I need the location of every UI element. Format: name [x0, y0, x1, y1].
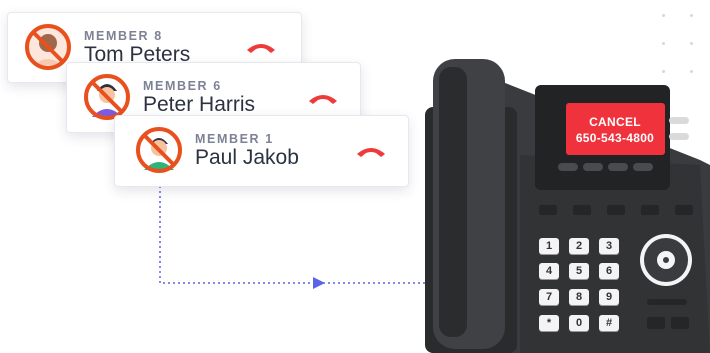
member-label: MEMBER 8 — [84, 29, 163, 43]
member-label: MEMBER 6 — [143, 79, 222, 93]
key-5[interactable]: 5 — [569, 263, 589, 279]
hang-up-icon[interactable] — [245, 40, 277, 54]
key-4[interactable]: 4 — [539, 263, 559, 279]
key-9[interactable]: 9 — [599, 289, 619, 305]
key-6[interactable]: 6 — [599, 263, 619, 279]
key-0[interactable]: 0 — [569, 315, 589, 331]
display-line-1: CANCEL — [589, 115, 641, 129]
member-name: Peter Harris — [143, 93, 256, 116]
key-1[interactable]: 1 — [539, 238, 559, 254]
member-label: MEMBER 1 — [195, 132, 274, 146]
blocked-avatar-icon — [136, 127, 182, 173]
key-3[interactable]: 3 — [599, 238, 619, 254]
desk-phone — [425, 59, 710, 353]
display-text: CANCEL 650-543-4800 — [567, 114, 663, 146]
member-name: Paul Jakob — [195, 146, 299, 169]
blocked-avatar-icon — [25, 24, 71, 70]
member-card-1: MEMBER 1 Paul Jakob — [114, 115, 409, 187]
key-8[interactable]: 8 — [569, 289, 589, 305]
key-star[interactable]: * — [539, 315, 559, 331]
key-7[interactable]: 7 — [539, 289, 559, 305]
display-line-2: 650-543-4800 — [575, 131, 655, 145]
blocked-avatar-icon — [84, 74, 130, 120]
connector-arrow-icon — [313, 277, 325, 289]
hang-up-icon[interactable] — [355, 144, 387, 158]
key-hash[interactable]: # — [599, 315, 619, 331]
hang-up-icon[interactable] — [307, 91, 339, 105]
key-2[interactable]: 2 — [569, 238, 589, 254]
